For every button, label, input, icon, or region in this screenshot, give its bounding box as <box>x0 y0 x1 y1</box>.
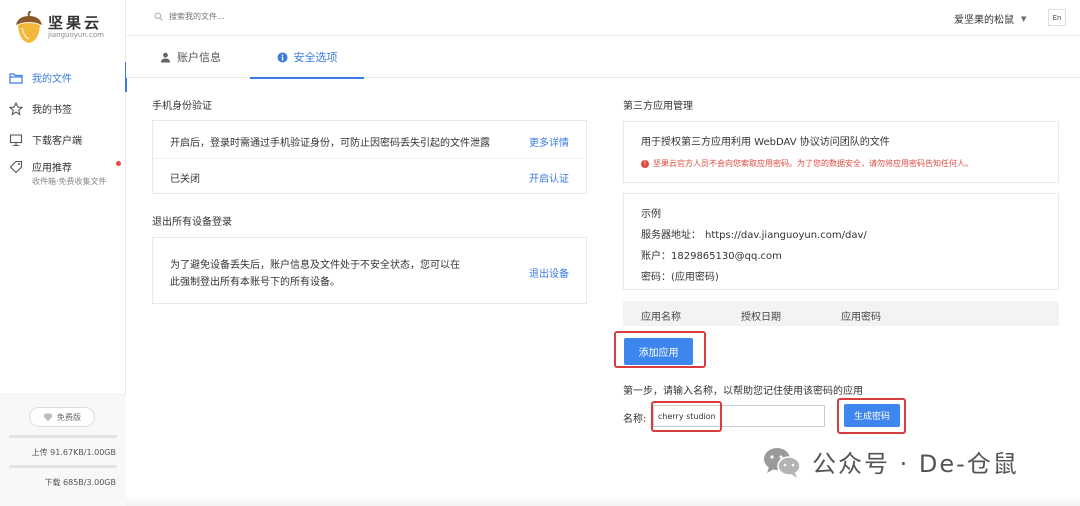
enable-auth-link[interactable]: 开启认证 <box>529 170 569 185</box>
sidebar-item-label: 我的书签 <box>32 105 72 116</box>
column-auth-date: 授权日期 <box>741 312 781 323</box>
star-icon <box>9 101 23 116</box>
password-value: (应用密码) <box>671 272 719 283</box>
name-label: 名称: <box>623 414 647 425</box>
card-divider <box>153 158 586 159</box>
tag-icon <box>9 160 23 174</box>
logout-all-title: 退出所有设备登录 <box>152 217 232 228</box>
step-instruction: 第一步，请输入名称，以帮助您记住使用该密码的应用 <box>623 386 863 397</box>
logout-description-line1: 为了避免设备丢失后，账户信息及文件处于不安全状态，您可以在 <box>170 260 460 271</box>
server-value: https://dav.jianguoyun.com/dav/ <box>705 230 867 241</box>
third-party-info-card: 用于授权第三方应用利用 WebDAV 协议访问团队的文件 ! 坚果云官方人员不会… <box>623 121 1059 183</box>
user-name: 爱坚果的松鼠 <box>954 15 1014 26</box>
user-icon <box>161 52 170 62</box>
logo-text: 坚果云 <box>48 14 103 32</box>
settings-tabs: 账户信息 安全选项 <box>126 36 1080 79</box>
account-label: 账户： <box>641 251 671 262</box>
account-value: 1829865130@qq.com <box>671 251 782 262</box>
top-bar: 爱坚果的松鼠 ▼ En <box>126 0 1080 36</box>
search-input[interactable] <box>167 11 367 22</box>
sidebar: 坚果云 jianguoyun.com 我的文件 我的书签 下载客户端 应用推荐 … <box>0 0 127 506</box>
bottom-shade <box>126 496 1080 506</box>
info-icon <box>277 52 287 62</box>
caret-down-icon: ▼ <box>1021 14 1027 23</box>
sidebar-item-label: 我的文件 <box>32 74 72 85</box>
download-quota-text: 下载 685B/3.00GB <box>44 478 117 487</box>
third-party-description: 用于授权第三方应用利用 WebDAV 协议访问团队的文件 <box>641 137 890 148</box>
plan-label: 免费版 <box>57 412 81 422</box>
phone-auth-card: 开启后，登录时需通过手机验证身份，可防止因密码丢失引起的文件泄露 更多详情 已关… <box>152 120 587 194</box>
plan-badge[interactable]: 免费版 <box>29 407 95 427</box>
sidebar-item-my-files[interactable]: 我的文件 <box>0 62 127 93</box>
column-app-password: 应用密码 <box>841 312 881 323</box>
security-warning: ! 坚果云官方人员不会向您索取应用密码。为了您的数据安全，请勿将应用密码告知任何… <box>641 158 973 169</box>
highlight-box <box>651 401 722 432</box>
tab-label: 安全选项 <box>293 51 338 64</box>
phone-auth-title: 手机身份验证 <box>152 101 212 112</box>
password-label: 密码： <box>641 272 671 283</box>
column-app-name: 应用名称 <box>641 312 681 323</box>
monitor-icon <box>9 133 23 146</box>
wechat-icon <box>764 447 801 478</box>
sidebar-item-sublabel: 收件箱·免费收集文件 <box>32 177 107 186</box>
phone-auth-status: 已关闭 <box>170 174 200 185</box>
upload-quota-bar <box>9 435 117 438</box>
example-card: 示例 服务器地址： https://dav.jianguoyun.com/dav/… <box>623 193 1059 290</box>
example-title: 示例 <box>641 209 661 220</box>
phone-auth-description: 开启后，登录时需通过手机验证身份，可防止因密码丢失引起的文件泄露 <box>170 138 490 149</box>
diamond-icon <box>43 413 53 421</box>
folder-icon <box>9 72 23 84</box>
account-row: 账户：1829865130@qq.com <box>641 247 782 262</box>
generate-password-button[interactable]: 生成密码 <box>844 404 900 427</box>
apps-table-header: 应用名称 授权日期 应用密码 <box>623 301 1059 326</box>
server-address-row: 服务器地址： https://dav.jianguoyun.com/dav/ <box>641 226 867 241</box>
logout-description-line2: 此强制登出所有本账号下的所有设备。 <box>170 277 340 288</box>
logout-devices-link[interactable]: 退出设备 <box>529 265 569 280</box>
server-label: 服务器地址： <box>641 230 701 241</box>
user-menu[interactable]: 爱坚果的松鼠 ▼ <box>954 11 1027 27</box>
upload-quota-text: 上传 91.67KB/1.00GB <box>31 448 116 457</box>
third-party-title: 第三方应用管理 <box>623 101 693 112</box>
logout-all-card: 为了避免设备丢失后，账户信息及文件处于不安全状态，您可以在 此强制登出所有本账号… <box>152 237 587 304</box>
warning-text: 坚果云官方人员不会向您索取应用密码。为了您的数据安全，请勿将应用密码告知任何人。 <box>653 159 973 168</box>
warning-icon: ! <box>641 159 649 168</box>
acorn-logo-icon <box>16 11 42 43</box>
sidebar-item-text: 应用推荐 收件箱·免费收集文件 <box>32 159 107 187</box>
sidebar-item-bookmarks[interactable]: 我的书签 <box>0 93 126 124</box>
watermark: 公众号 · De-仓鼠 <box>762 444 1019 479</box>
add-app-button[interactable]: 添加应用 <box>624 338 693 365</box>
logo[interactable]: 坚果云 jianguoyun.com <box>12 9 122 45</box>
sidebar-item-label: 下载客户端 <box>32 136 82 147</box>
search-icon <box>154 12 163 21</box>
logo-subtitle: jianguoyun.com <box>48 31 104 39</box>
sidebar-item-download-client[interactable]: 下载客户端 <box>0 124 126 155</box>
watermark-text: 公众号 · De-仓鼠 <box>812 450 1019 478</box>
more-details-link[interactable]: 更多详情 <box>529 134 569 149</box>
tab-security-options[interactable]: 安全选项 <box>250 36 364 79</box>
password-row: 密码：(应用密码) <box>641 268 719 283</box>
tab-label: 账户信息 <box>177 51 221 64</box>
language-toggle[interactable]: En <box>1048 9 1066 26</box>
notification-dot <box>116 161 121 166</box>
search-box <box>154 11 367 22</box>
sidebar-nav: 我的文件 我的书签 下载客户端 应用推荐 收件箱·免费收集文件 <box>0 62 127 195</box>
sidebar-item-app-recommend[interactable]: 应用推荐 收件箱·免费收集文件 <box>0 155 126 195</box>
storage-panel: 免费版 上传 91.67KB/1.00GB 下载 685B/3.00GB <box>0 394 126 506</box>
sidebar-item-label: 应用推荐 <box>32 163 72 174</box>
download-quota-bar <box>9 465 117 468</box>
tab-account-info[interactable]: 账户信息 <box>160 36 221 78</box>
